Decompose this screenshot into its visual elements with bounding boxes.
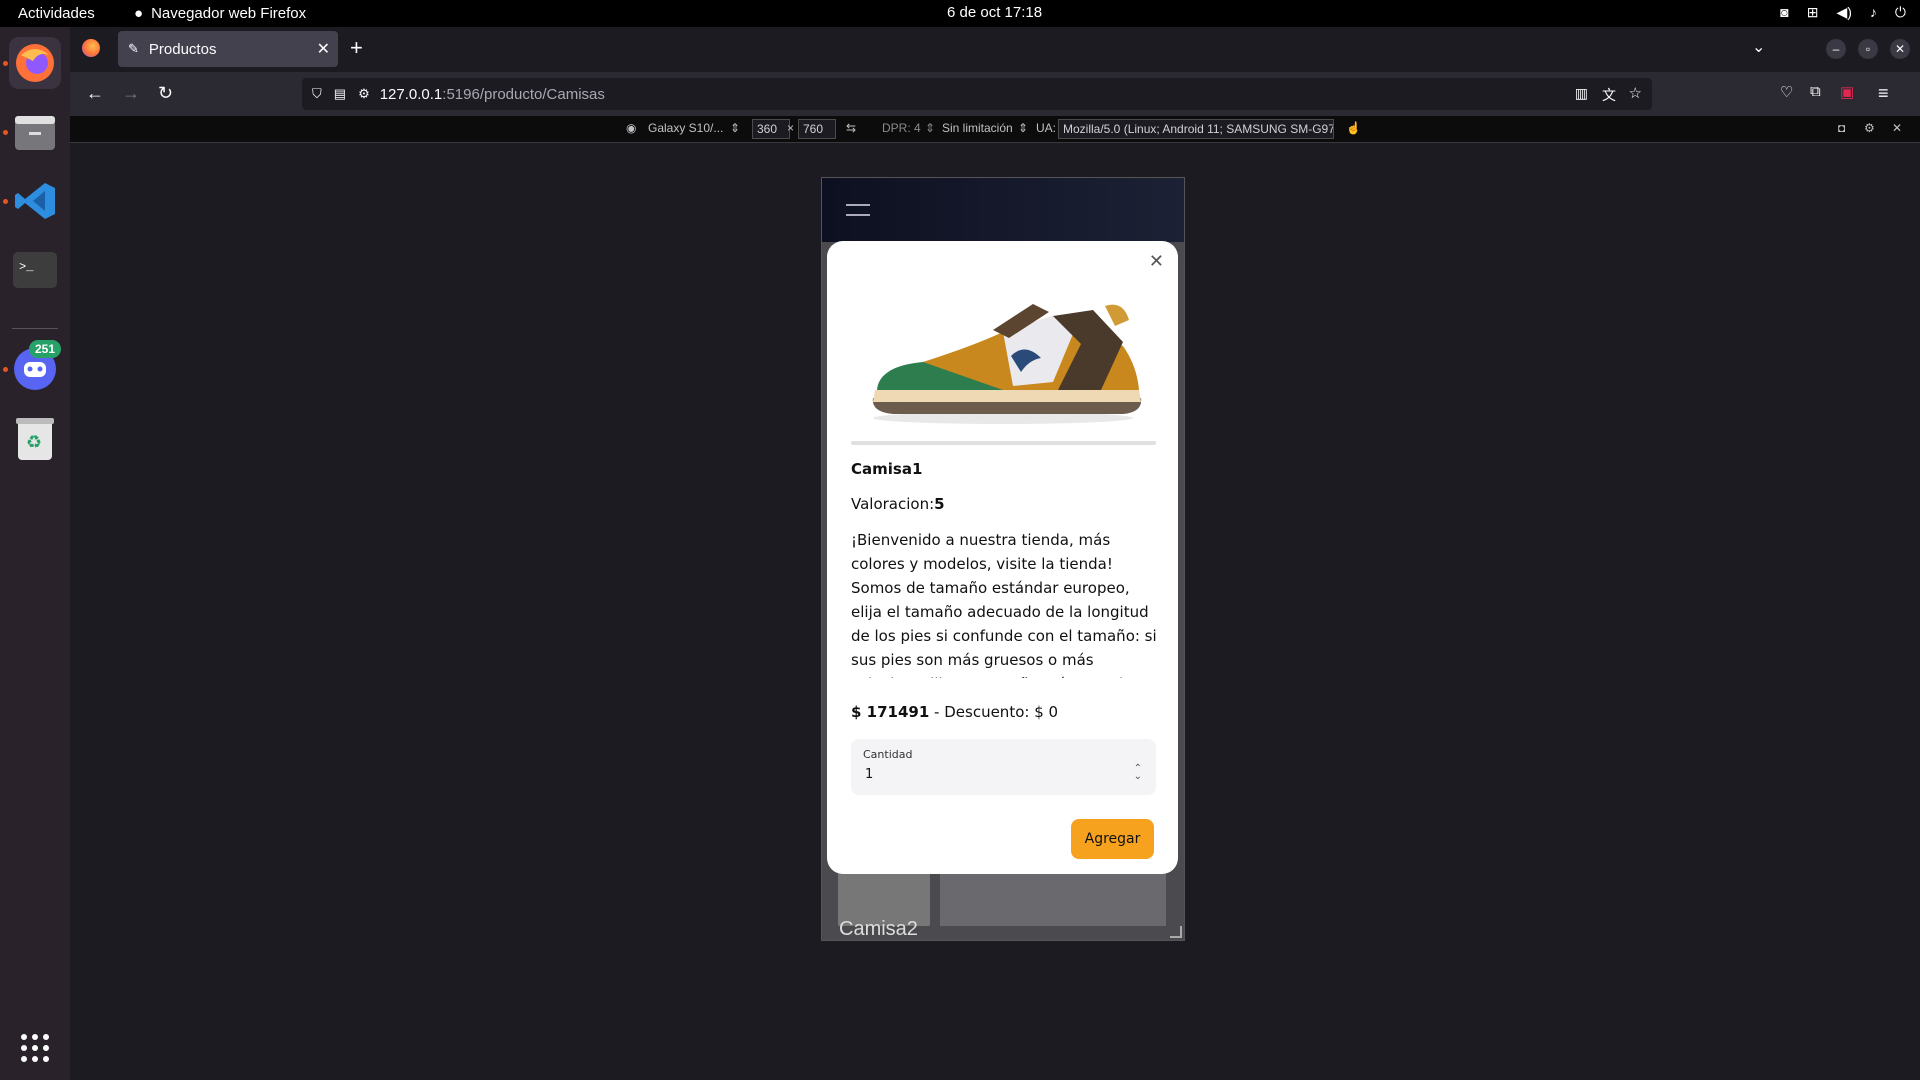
reload-icon[interactable]: ↻: [158, 83, 173, 104]
dimension-separator: ×: [787, 121, 795, 135]
firefox-icon: ●: [134, 5, 144, 22]
system-top-bar: Actividades ● Navegador web Firefox 6 de…: [0, 0, 1920, 27]
touch-simulation-icon[interactable]: ☝: [1346, 121, 1361, 135]
product-title: Camisa2: [839, 918, 918, 940]
files-icon: [15, 116, 55, 150]
translate-icon[interactable]: 文: [1602, 85, 1616, 105]
firefox-view-icon[interactable]: [82, 39, 100, 57]
svg-text:>_: >_: [19, 260, 34, 274]
tab-productos[interactable]: ✎ Productos ✕: [118, 31, 338, 67]
product-price: $ 171491 - Descuento: $ 0: [851, 703, 1058, 721]
product-modal: ✕ Camisa1 Valoracion:5 ¡Bienvenido a nue…: [827, 241, 1178, 874]
throttle-selector[interactable]: Sin limitación: [942, 121, 1013, 135]
tab-title: Productos: [148, 40, 217, 58]
dock-app-grid[interactable]: [9, 1022, 61, 1074]
url-path: :5196/producto/Camisas: [442, 85, 605, 103]
quantity-input[interactable]: [863, 766, 1127, 783]
trash-icon: ♻: [16, 418, 54, 460]
permissions-icon[interactable]: ⚙: [358, 86, 370, 102]
activities-button[interactable]: Actividades: [18, 5, 95, 22]
url-bar[interactable]: ⛉ ▤ ⚙ 127.0.0.1:5196/producto/Camisas ▥ …: [302, 78, 1652, 110]
volume-icon[interactable]: ◀): [1836, 4, 1851, 21]
forward-icon[interactable]: →: [122, 83, 140, 104]
device-selector[interactable]: Galaxy S10/...: [648, 121, 723, 135]
discount-text: - Descuento: $ 0: [929, 703, 1059, 721]
image-divider: [851, 441, 1156, 445]
dpr-chevron-icon[interactable]: ⇕: [925, 121, 935, 135]
dock-terminal[interactable]: >_: [9, 244, 61, 296]
app-name: Navegador web Firefox: [151, 5, 307, 22]
network-icon[interactable]: ⊞: [1807, 4, 1819, 21]
terminal-icon: >_: [13, 252, 57, 288]
hamburger-icon[interactable]: [846, 204, 870, 206]
firefox-icon: [16, 44, 54, 82]
quantity-field[interactable]: Cantidad ⌃⌄: [851, 739, 1156, 795]
system-tray[interactable]: ◙ ⊞ ◀) ♪ ⏻: [1780, 4, 1906, 21]
dock-firefox[interactable]: [9, 37, 61, 89]
resize-handle[interactable]: [1170, 926, 1182, 938]
viewport-width-input[interactable]: 360: [752, 119, 790, 139]
product-image: [851, 261, 1154, 461]
dpr-selector[interactable]: DPR: 4: [882, 121, 921, 135]
add-to-cart-button[interactable]: Agregar: [1071, 819, 1154, 859]
throttle-chevron-icon[interactable]: ⇕: [1018, 121, 1028, 135]
svg-text:♻: ♻: [26, 432, 42, 453]
microphone-icon[interactable]: ♪: [1870, 4, 1877, 21]
close-tab-icon[interactable]: ✕: [317, 39, 330, 59]
clock[interactable]: 6 de oct 17:18: [947, 4, 1042, 21]
settings-icon[interactable]: ⚙: [1864, 121, 1875, 135]
vscode-icon: [15, 183, 55, 219]
nav-bar: ← → ↻ ⛉ ▤ ⚙ 127.0.0.1:5196/producto/Cami…: [70, 72, 1920, 116]
product-image-placeholder: [940, 868, 1166, 926]
discord-badge: 251: [29, 340, 62, 358]
rating-label: Valoracion:: [851, 495, 935, 513]
tab-bar: ✎ Productos ✕ + ⌄ – ▫ ✕: [70, 27, 1920, 72]
hamburger-icon-line: [846, 214, 870, 216]
product-rating: Valoracion:5: [851, 495, 945, 513]
close-window-icon[interactable]: ✕: [1890, 39, 1910, 59]
viewport-height-input[interactable]: 760: [798, 119, 836, 139]
quantity-stepper-icon[interactable]: ⌃ ⌄: [1134, 764, 1142, 782]
power-icon[interactable]: ⏻: [1895, 4, 1906, 21]
screenshot-icon[interactable]: ◘: [1838, 121, 1845, 135]
restore-icon[interactable]: ▫: [1858, 39, 1878, 59]
quantity-label: Cantidad: [863, 748, 913, 761]
sneaker-image: [872, 304, 1141, 424]
ua-label: UA:: [1036, 121, 1057, 135]
discord-tray-icon[interactable]: ◙: [1780, 4, 1788, 21]
dock: >_ 251 ♻: [0, 27, 70, 1080]
app-menu[interactable]: ● Navegador web Firefox: [134, 5, 306, 22]
tracking-protection-icon[interactable]: ⛉: [312, 86, 322, 102]
back-icon[interactable]: ←: [86, 83, 104, 104]
addon-icon[interactable]: ▣: [1840, 83, 1854, 101]
list-tabs-icon[interactable]: ⌄: [1752, 37, 1765, 57]
page-icon: ✎: [128, 41, 139, 56]
user-agent-input[interactable]: Mozilla/5.0 (Linux; Android 11; SAMSUNG …: [1058, 119, 1334, 139]
close-rdm-icon[interactable]: ✕: [1892, 121, 1902, 135]
device-icon: ◉: [626, 121, 637, 135]
new-tab-icon[interactable]: +: [350, 35, 363, 61]
reader-view-icon[interactable]: ▥: [1575, 85, 1588, 102]
url-host: 127.0.0.1: [379, 85, 443, 103]
page-info-icon[interactable]: ▤: [334, 86, 346, 102]
dock-vscode[interactable]: [9, 175, 61, 227]
price-value: $ 171491: [851, 703, 930, 721]
menu-icon[interactable]: ≡: [1878, 83, 1889, 104]
product-description: ¡Bienvenido a nuestra tienda, más colore…: [851, 531, 1157, 678]
dock-files[interactable]: [9, 106, 61, 158]
minimize-icon[interactable]: –: [1826, 39, 1846, 59]
rating-value: 5: [934, 495, 945, 513]
site-header: [822, 178, 1184, 242]
dock-trash[interactable]: ♻: [9, 412, 61, 464]
bookmark-star-icon[interactable]: ☆: [1629, 84, 1642, 102]
rotate-icon[interactable]: ⇆: [846, 121, 856, 135]
app-grid-icon: [21, 1034, 49, 1062]
extensions-icon[interactable]: ⧉: [1810, 83, 1821, 100]
product-name: Camisa1: [851, 460, 923, 478]
responsive-design-toolbar: ◉ Galaxy S10/... ⇕ 360 × 760 ⇆ DPR: 4 ⇕ …: [70, 116, 1920, 143]
pocket-icon[interactable]: ♡: [1780, 83, 1793, 101]
device-selector-chevron-icon[interactable]: ⇕: [730, 121, 740, 135]
